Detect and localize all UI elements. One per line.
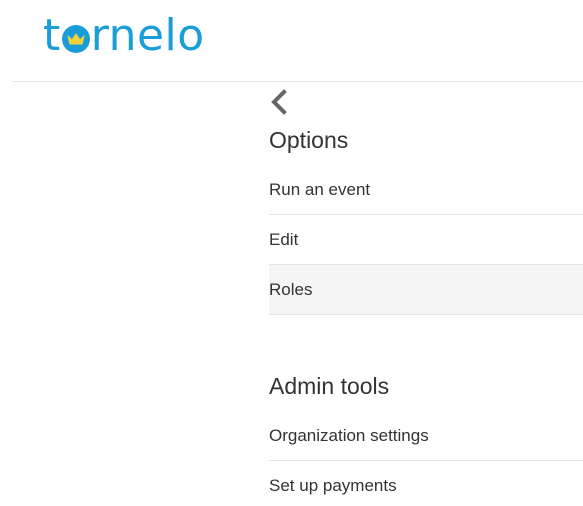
admin-tools-heading: Admin tools [269, 373, 390, 399]
tornelo-logo[interactable]: t rnelo [43, 6, 205, 66]
menu-item-organization-settings[interactable]: Organization settings [269, 411, 583, 461]
admin-tools-menu: Organization settings Set up payments [269, 411, 583, 506]
menu-item-run-an-event[interactable]: Run an event [269, 165, 583, 215]
header-divider [12, 81, 583, 82]
menu-item-roles[interactable]: Roles [269, 265, 583, 315]
logo-text-prefix: t [43, 10, 61, 61]
back-button[interactable] [266, 88, 294, 116]
crown-icon [61, 25, 90, 53]
options-heading: Options [269, 127, 349, 153]
options-menu: Run an event Edit Roles [269, 165, 583, 315]
menu-item-set-up-payments[interactable]: Set up payments [269, 461, 583, 506]
menu-item-edit[interactable]: Edit [269, 215, 583, 265]
chevron-left-icon [271, 89, 287, 115]
site-header: t rnelo [0, 0, 583, 81]
page: t rnelo Options Run an event Edit Roles … [0, 0, 583, 506]
logo-text-suffix: rnelo [90, 10, 205, 61]
